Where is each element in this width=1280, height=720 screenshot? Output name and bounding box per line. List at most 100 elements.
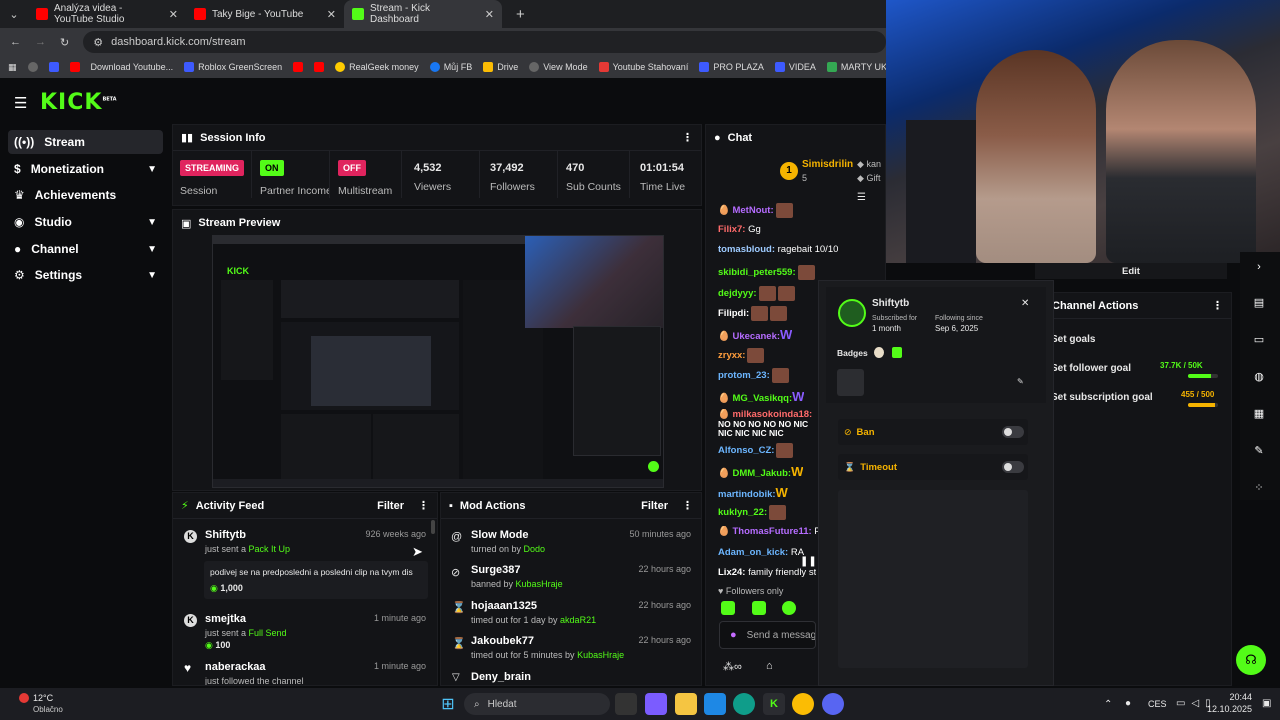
bookmark-icon-only[interactable] (69, 62, 80, 72)
sidebar-item-monetization[interactable]: $ Monetization ▼ (8, 157, 163, 181)
dock-layers-icon[interactable]: ▦ (1246, 400, 1272, 426)
reload-icon[interactable]: ↻ (60, 36, 69, 49)
close-icon[interactable]: ✕ (1021, 298, 1029, 309)
chat-username[interactable]: Lix24: (718, 567, 745, 578)
chat-username[interactable]: protom_23: (718, 370, 770, 381)
sidebar-item-settings[interactable]: ⚙ Settings ▼ (8, 263, 163, 287)
kick-logo[interactable]: KICKBETA (40, 90, 117, 115)
mod-action-item[interactable]: Surge387 banned by KubasHraje 22 hours a… (471, 564, 697, 589)
timeout-toggle[interactable] (1002, 461, 1024, 473)
language-indicator[interactable]: CES (1148, 699, 1167, 709)
chat-username[interactable]: MG_Vasikqq: (732, 393, 792, 404)
close-tab-icon[interactable]: ✕ (485, 8, 494, 21)
user-emote-slot[interactable] (837, 369, 864, 396)
bookmark-icon-only[interactable] (48, 62, 59, 72)
bookmark-youtube-stahovani[interactable]: Youtube Stahovaní (598, 62, 688, 72)
bookmark-roblox-greenscreen[interactable]: Roblox GreenScreen (184, 62, 282, 72)
popup-username[interactable]: Shiftytb (872, 298, 909, 309)
copilot-icon[interactable] (645, 693, 667, 715)
chat-username[interactable]: Ukecanek: (732, 331, 780, 342)
activity-item[interactable]: naberackaa just followed the channel 1 m… (180, 661, 432, 685)
chat-username[interactable]: dejdyyy: (718, 288, 757, 299)
chat-username[interactable]: ThomasFuture11: (732, 526, 811, 537)
chat-username[interactable]: MetNout: (732, 205, 773, 216)
chat-username[interactable]: tomasbloud: (718, 244, 775, 255)
dock-expand-icon[interactable]: › (1246, 254, 1272, 280)
microphone-icon[interactable]: ● (730, 629, 737, 641)
mod-action-item[interactable]: Slow Mode turned on by Dodo 50 minutes a… (471, 529, 697, 554)
chat-username[interactable]: Filix7: (718, 224, 745, 235)
close-tab-icon[interactable]: ✕ (169, 8, 178, 21)
task-view-icon[interactable] (615, 693, 637, 715)
bookmark-download-youtube[interactable]: Download Youtube... (91, 62, 174, 72)
edge-icon[interactable] (733, 693, 755, 715)
windows-start-icon[interactable]: ⊞ (437, 693, 459, 715)
collapse-icon[interactable]: ☰ (857, 192, 866, 203)
edit-button[interactable]: Edit (1035, 263, 1227, 279)
hamburger-menu-icon[interactable]: ☰ (14, 94, 27, 112)
bookmark-pro-plaza[interactable]: PRO PLAZA (699, 62, 764, 72)
chat-emote-icon[interactable] (752, 601, 766, 615)
help-support-icon[interactable]: ☊ (1236, 645, 1266, 675)
filter-button[interactable]: Filter (377, 500, 404, 512)
chat-input[interactable]: ● Send a message (719, 621, 816, 649)
weather-temp[interactable]: 12°C (33, 693, 53, 703)
sidebar-item-stream[interactable]: ((•)) Stream (8, 130, 163, 154)
chat-username[interactable]: martindobik: (718, 489, 776, 500)
stream-preview-video[interactable]: KICK (212, 235, 664, 488)
users-icon[interactable]: ⁂∞ (723, 660, 742, 673)
mod-action-item[interactable]: Deny_brain (471, 671, 697, 685)
outlook-icon[interactable] (704, 693, 726, 715)
chat-username[interactable]: milkasokoinda18: (732, 409, 812, 420)
kick-app-icon[interactable]: K (763, 693, 785, 715)
chat-username[interactable]: zryxx: (718, 350, 745, 361)
dock-broadcast-icon[interactable]: ◍ (1246, 363, 1272, 389)
new-tab-button[interactable]: + (502, 6, 525, 23)
bookmark-realgeek-money[interactable]: RealGeek money (335, 62, 419, 72)
tray-chevron-icon[interactable]: ⌃ (1104, 699, 1112, 710)
set-goals-item[interactable]: Set goals (1035, 334, 1225, 345)
more-options-icon[interactable]: ⋮ (418, 499, 429, 512)
chat-emote-icon[interactable] (721, 601, 735, 615)
chat-username[interactable]: DMM_Jakub: (732, 468, 791, 479)
more-options-icon[interactable]: ⋮ (682, 499, 693, 512)
bookmark-icon-only[interactable] (314, 62, 325, 72)
pause-chat-icon[interactable]: ❚❚ (800, 556, 817, 567)
bookmark-muj-fb[interactable]: Můj FB (429, 62, 472, 72)
browser-tab-youtube-studio[interactable]: Analýza videa - YouTube Studio ✕ (28, 0, 186, 28)
dock-file-icon[interactable]: ▤ (1246, 289, 1272, 315)
close-tab-icon[interactable]: ✕ (327, 8, 336, 21)
chrome-icon[interactable] (792, 693, 814, 715)
bookmark-drive[interactable]: Drive (483, 62, 518, 72)
chat-username[interactable]: kuklyn_22: (718, 507, 767, 518)
top-gifter-name[interactable]: Simisdrilin (802, 159, 853, 170)
bookmark-icon-only[interactable] (27, 62, 38, 72)
url-input[interactable]: ⚙ dashboard.kick.com/stream (83, 31, 886, 53)
file-explorer-icon[interactable] (675, 693, 697, 715)
tab-search-icon[interactable]: ⌄ (0, 8, 28, 21)
more-options-icon[interactable]: ⋮ (682, 131, 693, 144)
dock-chat-icon[interactable]: ▭ (1246, 326, 1272, 352)
store-icon[interactable]: ⌂ (766, 660, 773, 672)
taskbar-search[interactable]: ⌕ Hledat (464, 693, 610, 715)
mod-action-item[interactable]: hojaaan1325 timed out for 1 day by akdaR… (471, 600, 697, 625)
chat-username[interactable]: Filipdi: (718, 308, 749, 319)
pin-icon[interactable]: ✎ (1017, 377, 1024, 386)
filter-button[interactable]: Filter (641, 500, 668, 512)
mod-action-item[interactable]: Jakoubek77 timed out for 5 minutes by Ku… (471, 635, 697, 660)
bookmark-icon-only[interactable] (293, 62, 304, 72)
dock-wrench-icon[interactable]: ✎ (1246, 437, 1272, 463)
discord-icon[interactable] (822, 693, 844, 715)
sidebar-item-channel[interactable]: ● Channel ▼ (8, 237, 163, 261)
activity-scrollbar[interactable] (431, 520, 435, 534)
more-options-icon[interactable]: ⋮ (1212, 299, 1223, 312)
clock-time[interactable]: 20:44 (1220, 692, 1252, 702)
chat-username[interactable]: Adam_on_kick: (718, 547, 788, 558)
bookmark-videa[interactable]: VIDEA (774, 62, 816, 72)
chat-emote-icon[interactable] (782, 601, 796, 615)
notification-bell-icon[interactable]: ▣ (1262, 698, 1271, 709)
chat-username[interactable]: Alfonso_CZ: (718, 445, 774, 456)
bookmark-marty-ukoly[interactable]: MARTY UKOLY (826, 62, 886, 72)
activity-item[interactable]: Shiftytb just sent a Pack It Up 926 week… (180, 529, 432, 554)
sidebar-item-studio[interactable]: ◉ Studio ▼ (8, 210, 163, 234)
